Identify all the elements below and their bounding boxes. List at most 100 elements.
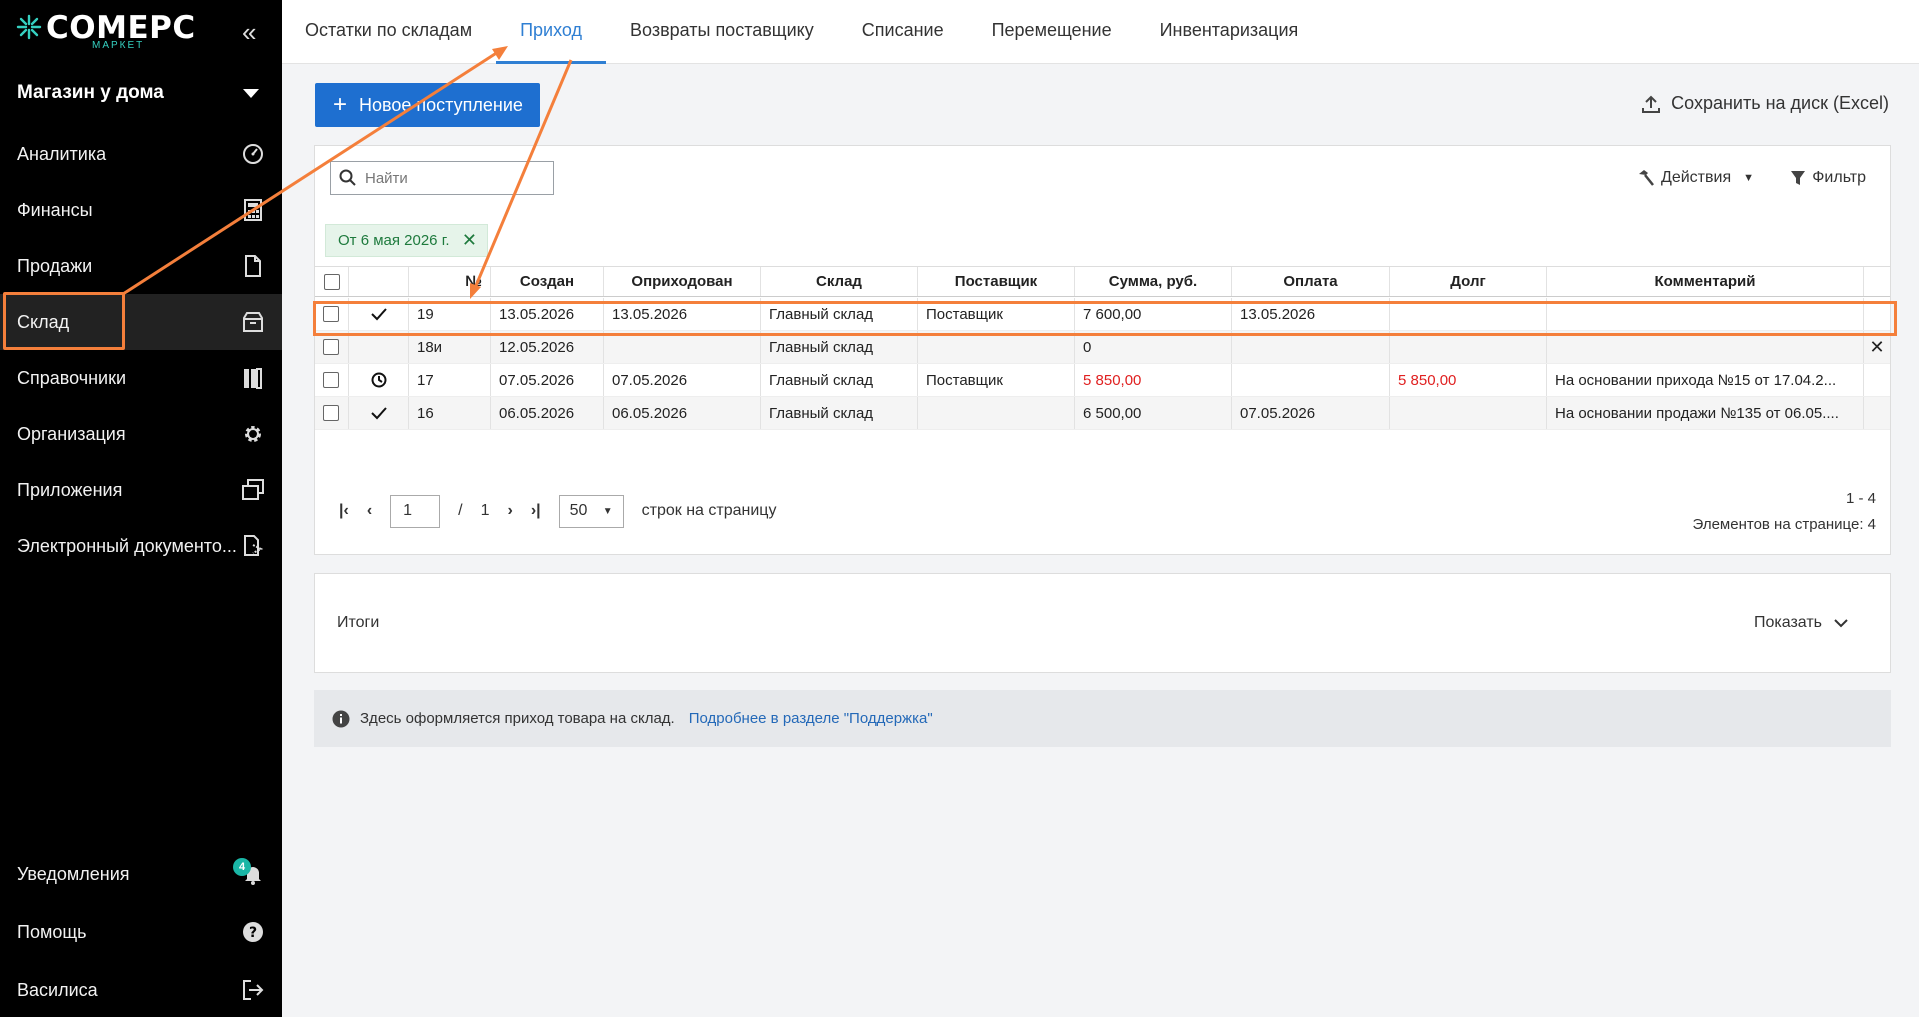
first-page-icon[interactable]: |‹ [339,502,349,520]
cell-debt: 5 850,00 [1390,364,1547,396]
notifications-badge: 4 [233,858,251,876]
sidebar-item-sales[interactable]: Продажи [0,238,282,294]
cell-warehouse: Главный склад [761,364,918,396]
support-link[interactable]: Подробнее в разделе "Поддержка" [689,710,933,727]
cell-sum: 5 850,00 [1075,364,1232,396]
sidebar-item-user[interactable]: Василиса [0,962,282,1017]
range-text: 1 - 4 [1845,490,1876,507]
caret-down-icon: ▼ [602,505,613,517]
search-input[interactable]: Найти [330,161,554,195]
collapse-sidebar-icon[interactable]: « [242,17,256,48]
cell-comment: На основании прихода №15 от 17.04.2... [1547,364,1864,396]
cell-supplier: Поставщик [918,364,1075,396]
cell-sum: 6 500,00 [1075,397,1232,429]
tab-writeoff[interactable]: Списание [838,0,968,64]
info-banner: Здесь оформляется приход товара на склад… [314,690,1891,747]
cell-comment: На основании продажи №135 от 06.05.... [1547,397,1864,429]
column-header-posted[interactable]: Оприходован [604,267,761,296]
info-icon [332,710,350,727]
plus-icon: + [333,91,348,118]
export-excel-button[interactable]: Сохранить на диск (Excel) [1641,93,1889,114]
svg-text:?: ? [249,925,257,941]
filter-button[interactable]: Фильтр [1790,169,1866,187]
receipts-card: Найти Действия ▼ Фильтр От 6 мая 2026 г.… [314,145,1891,555]
row-select-cell [315,397,349,429]
tab-income[interactable]: Приход [496,0,606,64]
hammer-icon [1639,170,1654,186]
filter-icon [1791,171,1806,185]
search-icon [339,169,356,186]
status-clock-icon [349,364,409,396]
cell-posted: 06.05.2026 [604,397,761,429]
sidebar-item-finance[interactable]: Финансы [0,182,282,238]
page-number-input[interactable]: 1 [390,494,441,528]
store-selector[interactable]: Магазин у дома [17,82,267,104]
cell-debt [1390,397,1547,429]
status-check-icon [349,397,409,429]
row-highlight-box [313,301,1897,336]
column-header-payment[interactable]: Оплата [1232,267,1390,296]
sidebar-item-label: Продажи [17,255,93,276]
sidebar-item-references[interactable]: Справочники [0,350,282,406]
sidebar-item-label: Справочники [17,367,127,388]
cell-payment: 07.05.2026 [1232,397,1390,429]
cell-created: 06.05.2026 [491,397,604,429]
filter-label: Фильтр [1812,169,1866,186]
caret-down-icon [243,89,259,98]
edoc-icon [241,534,265,558]
select-all-checkbox[interactable] [323,273,340,290]
show-label: Показать [1753,614,1822,631]
table-row[interactable]: 16 06.05.2026 06.05.2026 Главный склад 6… [315,397,1890,430]
per-page-select[interactable]: 50 ▼ [558,494,624,528]
logo-star-icon [16,14,42,40]
sidebar-item-help[interactable]: Помощь ? [0,904,282,960]
sidebar-item-label: Финансы [17,199,93,220]
column-header-sum[interactable]: Сумма, руб. [1075,267,1232,296]
column-header-supplier[interactable]: Поставщик [918,267,1075,296]
sidebar-item-edoc[interactable]: Электронный документо... [0,518,282,574]
per-page-value: 50 [569,502,588,519]
close-icon[interactable]: ✕ [462,230,477,251]
new-receipt-label: Новое поступление [359,94,523,115]
row-checkbox[interactable] [323,405,339,421]
page-separator: / [458,502,463,519]
tab-transfer[interactable]: Перемещение [968,0,1136,64]
show-totals-button[interactable]: Показать [1754,614,1848,632]
row-checkbox[interactable] [323,339,339,355]
row-checkbox[interactable] [323,372,339,388]
column-header-debt[interactable]: Долг [1390,267,1547,296]
new-receipt-button[interactable]: + Новое поступление [315,83,540,127]
cell-number: 16 [409,397,491,429]
sidebar-item-organization[interactable]: Организация [0,406,282,462]
pagination: |‹ ‹ 1 / 1 › ›| 50 ▼ строк на страницу [339,494,776,528]
select-all-cell [315,267,349,296]
table-row[interactable]: 17 07.05.2026 07.05.2026 Главный склад П… [315,364,1890,397]
document-icon [241,254,265,278]
actions-dropdown[interactable]: Действия ▼ [1637,169,1754,187]
status-column-header [349,267,409,296]
column-header-comment[interactable]: Комментарий [1547,267,1864,296]
next-page-icon[interactable]: › [508,502,513,520]
tab-supplier-returns[interactable]: Возвраты поставщику [606,0,838,64]
last-page-icon[interactable]: ›| [531,502,541,520]
column-header-number[interactable]: № [409,267,491,296]
tab-stock[interactable]: Остатки по складам [305,0,496,64]
caret-down-icon: ▼ [1743,172,1754,184]
sidebar-item-apps[interactable]: Приложения [0,462,282,518]
totals-panel: Итоги Показать [314,573,1891,673]
prev-page-icon[interactable]: ‹ [367,502,372,520]
calculator-icon [241,198,265,222]
tab-inventory[interactable]: Инвентаризация [1136,0,1323,64]
chevron-down-icon [1834,619,1848,628]
column-header-warehouse[interactable]: Склад [761,267,918,296]
sidebar-item-label: Помощь [17,921,87,942]
column-header-extra [1864,267,1890,296]
table-header: № Создан Оприходован Склад Поставщик Сум… [315,266,1890,297]
cell-extra [1864,364,1890,396]
column-header-created[interactable]: Создан [491,267,604,296]
warehouse-highlight-box [3,292,125,350]
books-icon [241,366,265,390]
sidebar-item-analytics[interactable]: Аналитика [0,126,282,182]
logout-icon[interactable] [241,978,265,1002]
date-filter-chip: От 6 мая 2026 г. ✕ [325,224,488,257]
